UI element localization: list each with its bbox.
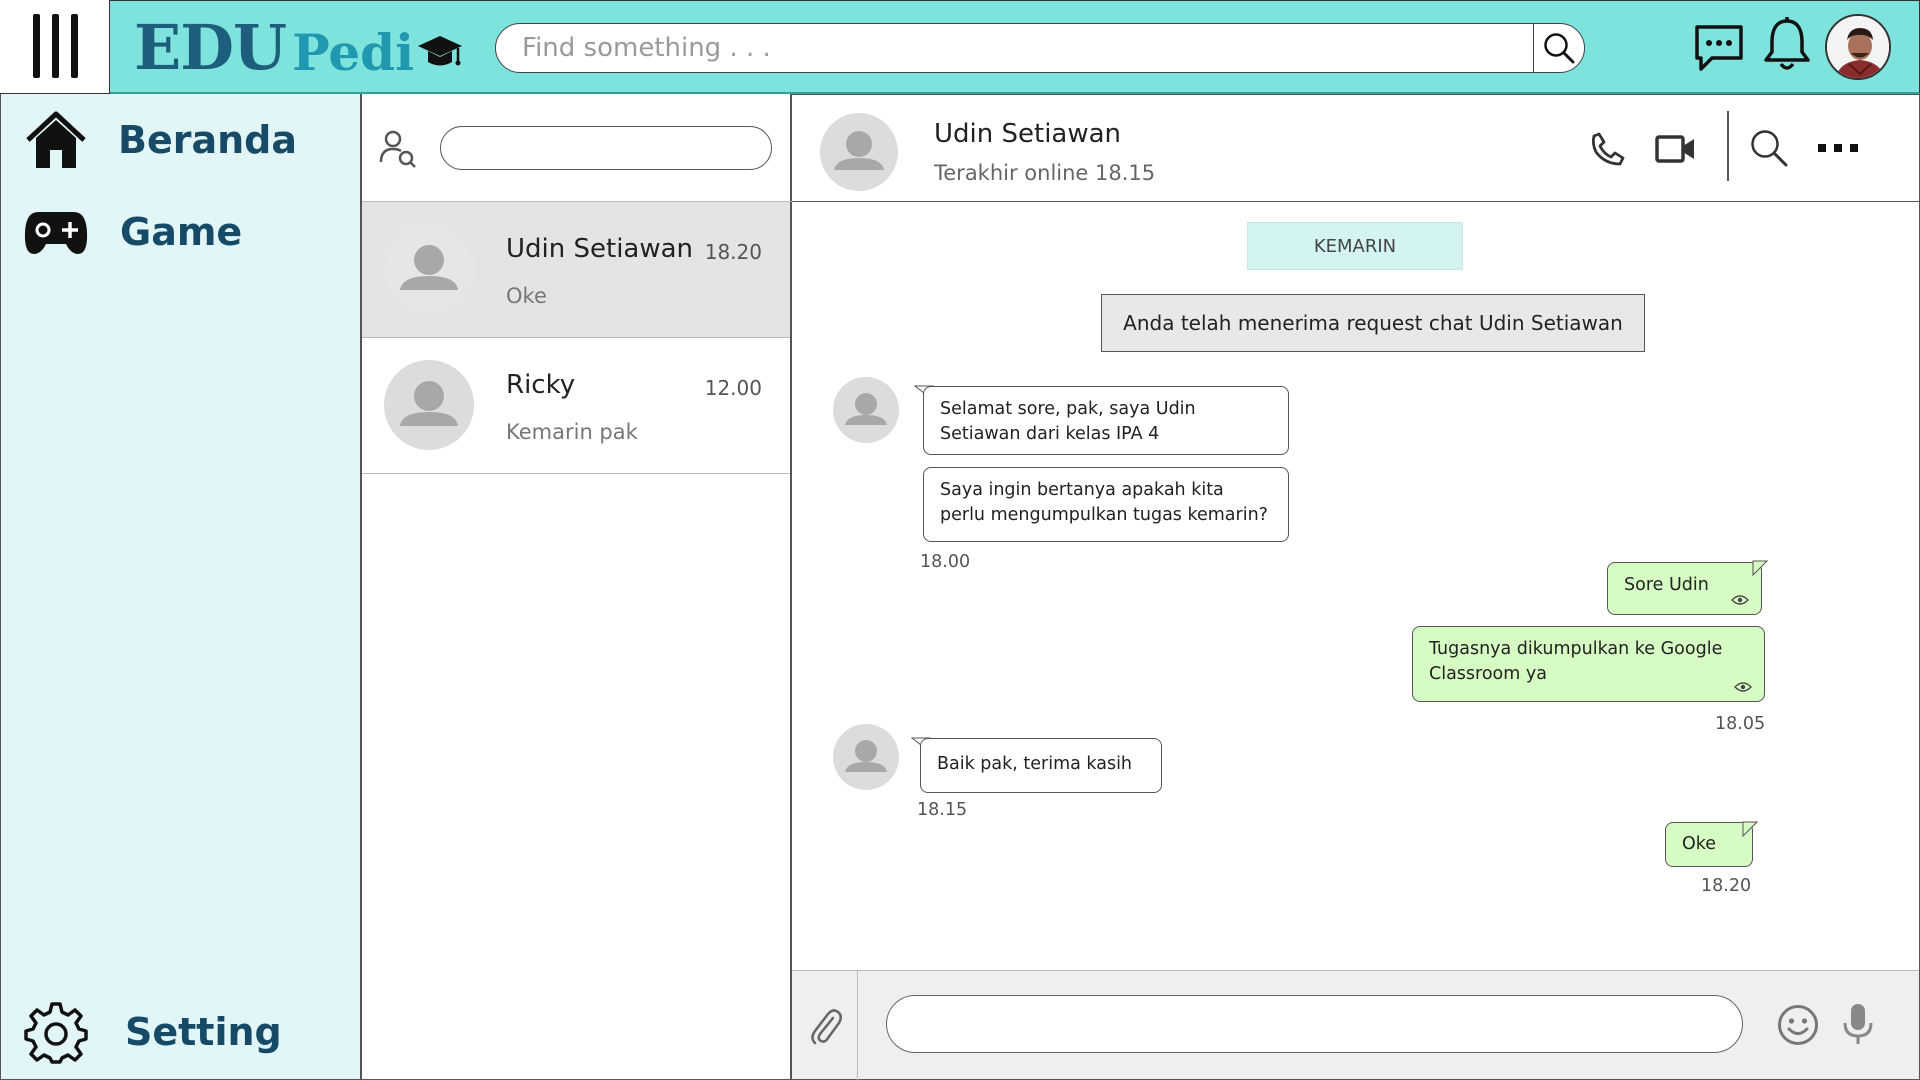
contact-last-message: Oke xyxy=(506,284,547,308)
microphone-icon xyxy=(1843,1004,1873,1044)
voice-record-button[interactable] xyxy=(1840,1001,1876,1047)
graduation-cap-icon xyxy=(416,32,464,76)
search-icon xyxy=(1751,130,1788,167)
logo-main-text: EDU xyxy=(134,10,287,84)
default-user-icon xyxy=(845,393,887,425)
menu-bar xyxy=(52,14,59,78)
default-user-icon xyxy=(845,740,887,772)
home-icon xyxy=(26,111,86,168)
message-bubble-outgoing[interactable]: Tugasnya dikumpulkan ke Google Classroom… xyxy=(1412,626,1765,702)
message-text: Sore Udin xyxy=(1624,575,1709,595)
contact-time: 12.00 xyxy=(704,376,762,400)
notifications-button[interactable] xyxy=(1760,15,1814,75)
message-text: Selamat sore, pak, saya Udin Setiawan da… xyxy=(940,399,1196,444)
more-dots-icon xyxy=(1818,144,1858,152)
chat-list-panel: Udin Setiawan 18.20 Oke Ricky 12.00 Kema… xyxy=(362,94,792,1080)
conversation-contact-name: Udin Setiawan xyxy=(934,119,1122,149)
app-window: EDU Pedi Find something . . . Beranda Ga… xyxy=(0,0,1920,1080)
contact-avatar xyxy=(384,224,474,314)
menu-bar xyxy=(71,14,78,78)
default-user-icon xyxy=(400,245,458,290)
contact-search-input[interactable] xyxy=(440,126,772,170)
menu-bar xyxy=(33,14,40,78)
phone-icon xyxy=(1591,132,1625,166)
bubble-tail xyxy=(1752,560,1768,576)
sidebar-item-beranda[interactable]: Beranda xyxy=(1,108,297,172)
chat-list-header xyxy=(362,94,792,202)
emoji-icon xyxy=(1778,1005,1818,1045)
paperclip-icon xyxy=(810,1008,842,1044)
sidebar-item-label: Game xyxy=(120,210,243,254)
emoji-button[interactable] xyxy=(1776,1003,1820,1047)
video-camera-icon xyxy=(1655,135,1694,163)
more-options-button[interactable] xyxy=(1816,135,1860,161)
message-text: Tugasnya dikumpulkan ke Google Classroom… xyxy=(1429,639,1723,684)
message-bubble-outgoing[interactable]: Oke xyxy=(1665,822,1753,867)
global-search-input[interactable] xyxy=(496,24,1536,72)
video-call-button[interactable] xyxy=(1654,129,1698,169)
contact-avatar xyxy=(384,360,474,450)
menu-button[interactable] xyxy=(0,0,110,94)
default-user-icon xyxy=(834,131,884,170)
top-bar: EDU Pedi xyxy=(110,0,1920,94)
conversation-header: Udin Setiawan Terakhir online 18.15 xyxy=(792,94,1919,202)
conversation-status: Terakhir online 18.15 xyxy=(934,161,1156,185)
global-search xyxy=(495,23,1585,73)
message-text: Oke xyxy=(1682,834,1717,854)
logo[interactable]: EDU Pedi xyxy=(134,9,464,85)
search-messages-button[interactable] xyxy=(1748,127,1790,169)
message-bubble-incoming[interactable]: Baik pak, terima kasih xyxy=(920,738,1162,793)
bell-icon xyxy=(1764,17,1810,70)
header-divider xyxy=(1727,111,1729,181)
message-bubble-incoming[interactable]: Saya ingin bertanya apakah kita perlu me… xyxy=(923,467,1289,542)
contact-time: 18.20 xyxy=(704,240,762,264)
conversation-panel: Udin Setiawan Terakhir online 18.15 KEMA… xyxy=(792,94,1920,1080)
message-bubble-incoming[interactable]: Selamat sore, pak, saya Udin Setiawan da… xyxy=(923,386,1289,455)
messages-button[interactable] xyxy=(1690,21,1748,75)
search-icon xyxy=(1544,33,1575,64)
message-text: Baik pak, terima kasih xyxy=(937,754,1133,774)
find-contact-icon[interactable] xyxy=(378,128,418,168)
sidebar-item-label: Setting xyxy=(125,1010,282,1054)
sidebar-item-game[interactable]: Game xyxy=(1,202,242,262)
sidebar: Beranda Game Setting xyxy=(0,94,362,1080)
conversation-avatar[interactable] xyxy=(820,113,898,191)
message-time: 18.20 xyxy=(1701,876,1752,896)
chat-icon xyxy=(1695,25,1743,71)
sender-avatar xyxy=(833,377,899,443)
seen-eye-icon xyxy=(1734,682,1752,692)
message-time: 18.05 xyxy=(1715,714,1766,734)
message-input[interactable] xyxy=(886,995,1743,1053)
attach-button[interactable] xyxy=(792,971,858,1080)
default-user-icon xyxy=(400,381,458,426)
message-composer xyxy=(792,970,1919,1080)
contact-name: Ricky xyxy=(506,370,576,400)
chat-list-item[interactable]: Udin Setiawan 18.20 Oke xyxy=(362,202,790,338)
message-time: 18.15 xyxy=(917,800,968,820)
message-text: Saya ingin bertanya apakah kita perlu me… xyxy=(940,480,1268,525)
bubble-tail xyxy=(1742,821,1758,837)
chat-list-item[interactable]: Ricky 12.00 Kemarin pak xyxy=(362,338,790,474)
message-bubble-outgoing[interactable]: Sore Udin xyxy=(1607,562,1762,615)
seen-eye-icon xyxy=(1731,595,1749,605)
contact-last-message: Kemarin pak xyxy=(506,420,638,444)
system-message: Anda telah menerima request chat Udin Se… xyxy=(1101,294,1645,352)
sidebar-item-label: Beranda xyxy=(118,118,298,162)
gear-icon xyxy=(24,1002,88,1064)
logo-accent-text: Pedi xyxy=(292,22,415,82)
contact-name: Udin Setiawan xyxy=(506,234,694,264)
gamepad-icon xyxy=(24,212,88,254)
search-button[interactable] xyxy=(1533,24,1584,72)
sidebar-item-setting[interactable]: Setting xyxy=(1,1000,282,1064)
profile-avatar[interactable] xyxy=(1825,14,1891,80)
voice-call-button[interactable] xyxy=(1588,129,1628,169)
sender-avatar xyxy=(833,724,899,790)
date-divider: KEMARIN xyxy=(1247,222,1463,270)
message-time: 18.00 xyxy=(920,552,971,572)
